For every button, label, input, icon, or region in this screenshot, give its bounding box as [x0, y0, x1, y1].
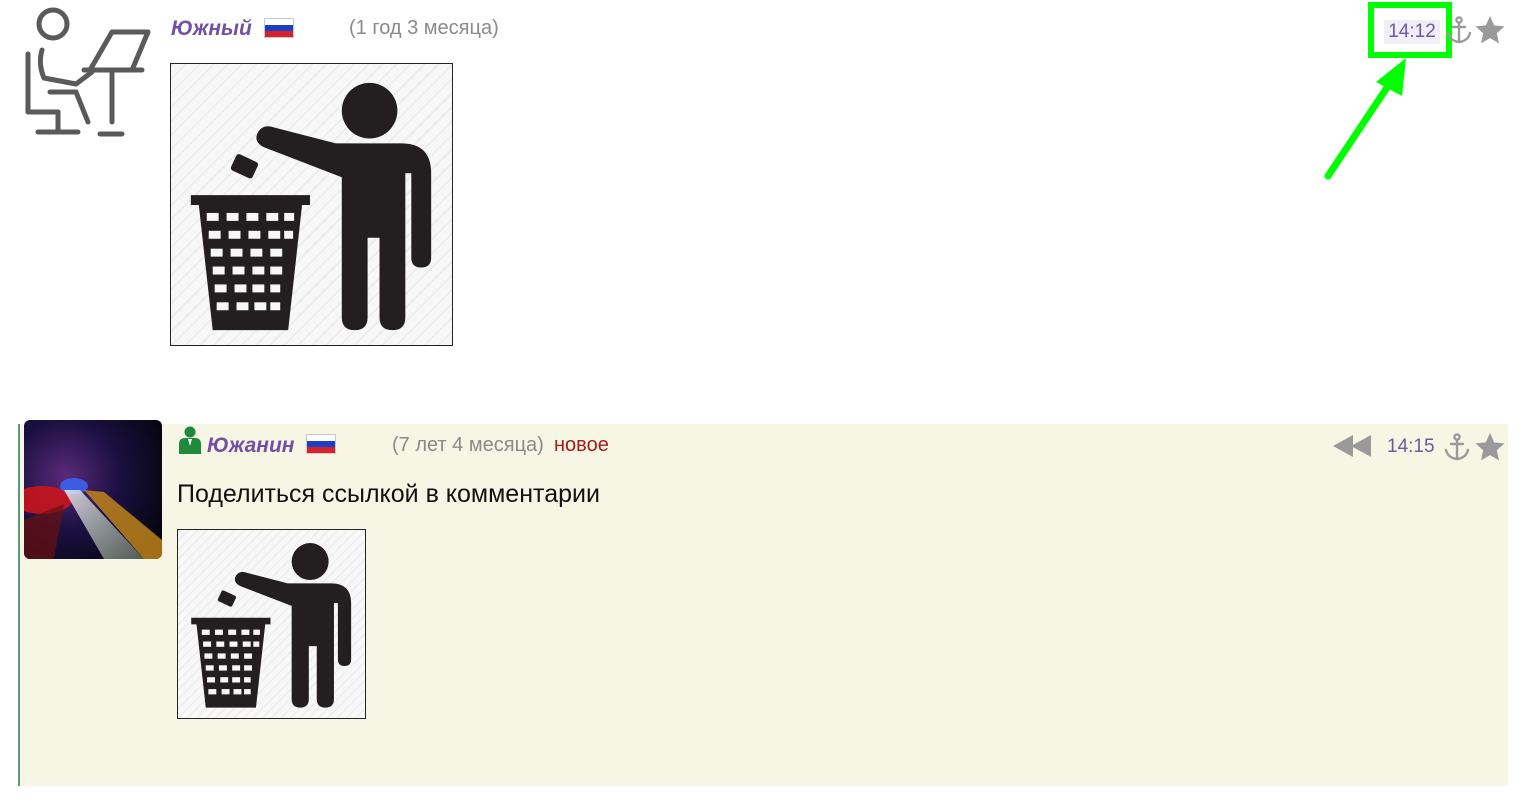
author-name[interactable]: Южный — [171, 17, 252, 41]
litter-bin-person-icon — [178, 530, 365, 718]
author-name[interactable]: Южанин — [207, 434, 294, 458]
comment-image[interactable] — [177, 529, 366, 719]
account-age: (1 год 3 месяца) — [349, 17, 499, 39]
russia-flag-icon — [264, 18, 294, 38]
anchor-icon[interactable] — [1444, 15, 1474, 45]
user-icon — [177, 426, 203, 454]
account-age: (7 лет 4 месяца) — [392, 434, 544, 456]
comment-time-link[interactable]: 14:12 — [1384, 20, 1440, 44]
russia-flag-icon — [306, 434, 336, 454]
comment-text: Поделиться ссылкой в комментарии — [177, 480, 600, 508]
person-at-desk-icon — [20, 2, 154, 142]
comment-time-link[interactable]: 14:15 — [1387, 436, 1435, 458]
star-icon[interactable] — [1474, 14, 1506, 46]
rewind-icon[interactable] — [1333, 434, 1373, 458]
litter-bin-person-icon — [171, 64, 452, 345]
annotation-arrow — [1324, 58, 1406, 180]
avatar[interactable] — [20, 2, 154, 142]
night-road-photo — [24, 420, 162, 559]
avatar[interactable] — [24, 420, 162, 559]
new-badge: новое — [554, 434, 609, 456]
anchor-icon[interactable] — [1442, 432, 1472, 462]
star-icon[interactable] — [1474, 431, 1506, 463]
comment-image[interactable] — [170, 63, 453, 346]
